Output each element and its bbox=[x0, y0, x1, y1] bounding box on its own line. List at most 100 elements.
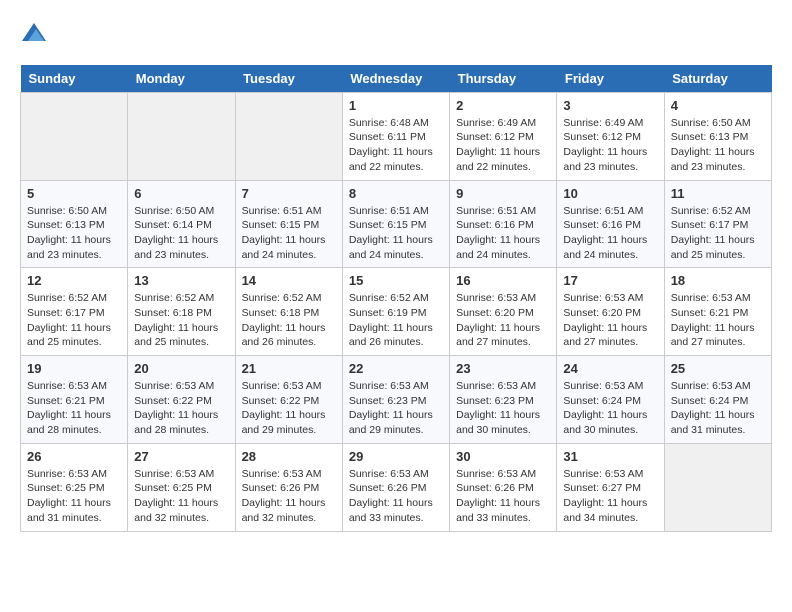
calendar-cell: 15Sunrise: 6:52 AMSunset: 6:19 PMDayligh… bbox=[342, 268, 449, 356]
calendar-cell: 22 Sunrise: 6:53 AMSunset: 6:23 PMDayligh… bbox=[342, 356, 449, 444]
calendar-cell: 8Sunrise: 6:51 AMSunset: 6:15 PMDaylight… bbox=[342, 180, 449, 268]
calendar-cell: 9 Sunrise: 6:51 AMSunset: 6:16 PMDaylight… bbox=[450, 180, 557, 268]
day-number: 12 bbox=[27, 273, 121, 288]
cell-info: Sunrise: 6:53 AMSunset: 6:20 PMDaylight:… bbox=[563, 291, 657, 350]
day-number: 9 bbox=[456, 186, 550, 201]
header-row: SundayMondayTuesdayWednesdayThursdayFrid… bbox=[21, 65, 772, 93]
page-header bbox=[20, 20, 772, 49]
calendar-cell: 14 Sunrise: 6:52 AMSunset: 6:18 PMDayligh… bbox=[235, 268, 342, 356]
week-row-5: 26 Sunrise: 6:53 AMSunset: 6:25 PMDayligh… bbox=[21, 443, 772, 531]
day-number: 5 bbox=[27, 186, 121, 201]
cell-info: Sunrise: 6:53 AMSunset: 6:21 PMDaylight:… bbox=[671, 291, 765, 350]
week-row-3: 12Sunrise: 6:52 AMSunset: 6:17 PMDayligh… bbox=[21, 268, 772, 356]
cell-info: Sunrise: 6:51 AMSunset: 6:15 PMDaylight:… bbox=[242, 204, 336, 263]
calendar-cell: 27Sunrise: 6:53 AMSunset: 6:25 PMDayligh… bbox=[128, 443, 235, 531]
calendar-cell: 28 Sunrise: 6:53 AMSunset: 6:26 PMDayligh… bbox=[235, 443, 342, 531]
cell-info: Sunrise: 6:53 AMSunset: 6:27 PMDaylight:… bbox=[563, 467, 657, 526]
col-header-saturday: Saturday bbox=[664, 65, 771, 93]
day-number: 1 bbox=[349, 98, 443, 113]
calendar-cell: 26Sunrise: 6:53 AMSunset: 6:25 PMDayligh… bbox=[21, 443, 128, 531]
calendar-cell: 3 Sunrise: 6:49 AMSunset: 6:12 PMDaylight… bbox=[557, 92, 664, 180]
day-number: 17 bbox=[563, 273, 657, 288]
cell-info: Sunrise: 6:53 AMSunset: 6:26 PMDaylight:… bbox=[456, 467, 550, 526]
day-number: 23 bbox=[456, 361, 550, 376]
calendar-cell: 23Sunrise: 6:53 AMSunset: 6:23 PMDayligh… bbox=[450, 356, 557, 444]
cell-info: Sunrise: 6:51 AMSunset: 6:15 PMDaylight:… bbox=[349, 204, 443, 263]
cell-info: Sunrise: 6:50 AMSunset: 6:14 PMDaylight:… bbox=[134, 204, 228, 263]
calendar-cell: 20 Sunrise: 6:53 AMSunset: 6:22 PMDayligh… bbox=[128, 356, 235, 444]
day-number: 3 bbox=[563, 98, 657, 113]
cell-info: Sunrise: 6:53 AMSunset: 6:24 PMDaylight:… bbox=[671, 379, 765, 438]
calendar-cell: 24Sunrise: 6:53 AMSunset: 6:24 PMDayligh… bbox=[557, 356, 664, 444]
day-number: 22 bbox=[349, 361, 443, 376]
col-header-monday: Monday bbox=[128, 65, 235, 93]
cell-info: Sunrise: 6:53 AMSunset: 6:25 PMDaylight:… bbox=[134, 467, 228, 526]
day-number: 26 bbox=[27, 449, 121, 464]
day-number: 13 bbox=[134, 273, 228, 288]
calendar-cell: 29 Sunrise: 6:53 AMSunset: 6:26 PMDayligh… bbox=[342, 443, 449, 531]
calendar-cell bbox=[664, 443, 771, 531]
calendar-cell: 19 Sunrise: 6:53 AMSunset: 6:21 PMDayligh… bbox=[21, 356, 128, 444]
calendar-cell: 2 Sunrise: 6:49 AMSunset: 6:12 PMDaylight… bbox=[450, 92, 557, 180]
day-number: 31 bbox=[563, 449, 657, 464]
day-number: 18 bbox=[671, 273, 765, 288]
day-number: 24 bbox=[563, 361, 657, 376]
cell-info: Sunrise: 6:49 AMSunset: 6:12 PMDaylight:… bbox=[456, 116, 550, 175]
calendar-cell: 10Sunrise: 6:51 AMSunset: 6:16 PMDayligh… bbox=[557, 180, 664, 268]
day-number: 2 bbox=[456, 98, 550, 113]
calendar-cell bbox=[128, 92, 235, 180]
calendar-cell bbox=[21, 92, 128, 180]
day-number: 7 bbox=[242, 186, 336, 201]
cell-info: Sunrise: 6:52 AMSunset: 6:18 PMDaylight:… bbox=[242, 291, 336, 350]
cell-info: Sunrise: 6:53 AMSunset: 6:22 PMDaylight:… bbox=[242, 379, 336, 438]
calendar-cell: 11 Sunrise: 6:52 AMSunset: 6:17 PMDayligh… bbox=[664, 180, 771, 268]
cell-info: Sunrise: 6:51 AMSunset: 6:16 PMDaylight:… bbox=[456, 204, 550, 263]
calendar-cell: 13 Sunrise: 6:52 AMSunset: 6:18 PMDayligh… bbox=[128, 268, 235, 356]
calendar-cell: 21 Sunrise: 6:53 AMSunset: 6:22 PMDayligh… bbox=[235, 356, 342, 444]
day-number: 6 bbox=[134, 186, 228, 201]
day-number: 15 bbox=[349, 273, 443, 288]
cell-info: Sunrise: 6:53 AMSunset: 6:22 PMDaylight:… bbox=[134, 379, 228, 438]
cell-info: Sunrise: 6:52 AMSunset: 6:18 PMDaylight:… bbox=[134, 291, 228, 350]
calendar-cell: 1Sunrise: 6:48 AMSunset: 6:11 PMDaylight… bbox=[342, 92, 449, 180]
cell-info: Sunrise: 6:50 AMSunset: 6:13 PMDaylight:… bbox=[671, 116, 765, 175]
day-number: 10 bbox=[563, 186, 657, 201]
calendar-cell: 31 Sunrise: 6:53 AMSunset: 6:27 PMDayligh… bbox=[557, 443, 664, 531]
calendar-cell: 17 Sunrise: 6:53 AMSunset: 6:20 PMDayligh… bbox=[557, 268, 664, 356]
day-number: 29 bbox=[349, 449, 443, 464]
col-header-thursday: Thursday bbox=[450, 65, 557, 93]
day-number: 19 bbox=[27, 361, 121, 376]
day-number: 4 bbox=[671, 98, 765, 113]
cell-info: Sunrise: 6:53 AMSunset: 6:26 PMDaylight:… bbox=[242, 467, 336, 526]
logo bbox=[20, 20, 46, 49]
col-header-tuesday: Tuesday bbox=[235, 65, 342, 93]
cell-info: Sunrise: 6:49 AMSunset: 6:12 PMDaylight:… bbox=[563, 116, 657, 175]
calendar-cell: 6 Sunrise: 6:50 AMSunset: 6:14 PMDaylight… bbox=[128, 180, 235, 268]
calendar-cell: 4 Sunrise: 6:50 AMSunset: 6:13 PMDaylight… bbox=[664, 92, 771, 180]
day-number: 25 bbox=[671, 361, 765, 376]
cell-info: Sunrise: 6:50 AMSunset: 6:13 PMDaylight:… bbox=[27, 204, 121, 263]
cell-info: Sunrise: 6:53 AMSunset: 6:20 PMDaylight:… bbox=[456, 291, 550, 350]
calendar-cell: 16 Sunrise: 6:53 AMSunset: 6:20 PMDayligh… bbox=[450, 268, 557, 356]
col-header-wednesday: Wednesday bbox=[342, 65, 449, 93]
col-header-friday: Friday bbox=[557, 65, 664, 93]
day-number: 21 bbox=[242, 361, 336, 376]
week-row-1: 1Sunrise: 6:48 AMSunset: 6:11 PMDaylight… bbox=[21, 92, 772, 180]
day-number: 14 bbox=[242, 273, 336, 288]
cell-info: Sunrise: 6:53 AMSunset: 6:21 PMDaylight:… bbox=[27, 379, 121, 438]
day-number: 28 bbox=[242, 449, 336, 464]
day-number: 16 bbox=[456, 273, 550, 288]
calendar-cell: 5 Sunrise: 6:50 AMSunset: 6:13 PMDaylight… bbox=[21, 180, 128, 268]
calendar-cell: 25 Sunrise: 6:53 AMSunset: 6:24 PMDayligh… bbox=[664, 356, 771, 444]
week-row-2: 5 Sunrise: 6:50 AMSunset: 6:13 PMDaylight… bbox=[21, 180, 772, 268]
calendar-cell bbox=[235, 92, 342, 180]
logo-icon bbox=[22, 20, 46, 44]
calendar-cell: 12Sunrise: 6:52 AMSunset: 6:17 PMDayligh… bbox=[21, 268, 128, 356]
calendar-cell: 18 Sunrise: 6:53 AMSunset: 6:21 PMDayligh… bbox=[664, 268, 771, 356]
cell-info: Sunrise: 6:52 AMSunset: 6:17 PMDaylight:… bbox=[671, 204, 765, 263]
cell-info: Sunrise: 6:53 AMSunset: 6:23 PMDaylight:… bbox=[349, 379, 443, 438]
calendar-cell: 30Sunrise: 6:53 AMSunset: 6:26 PMDayligh… bbox=[450, 443, 557, 531]
cell-info: Sunrise: 6:53 AMSunset: 6:26 PMDaylight:… bbox=[349, 467, 443, 526]
day-number: 11 bbox=[671, 186, 765, 201]
day-number: 20 bbox=[134, 361, 228, 376]
